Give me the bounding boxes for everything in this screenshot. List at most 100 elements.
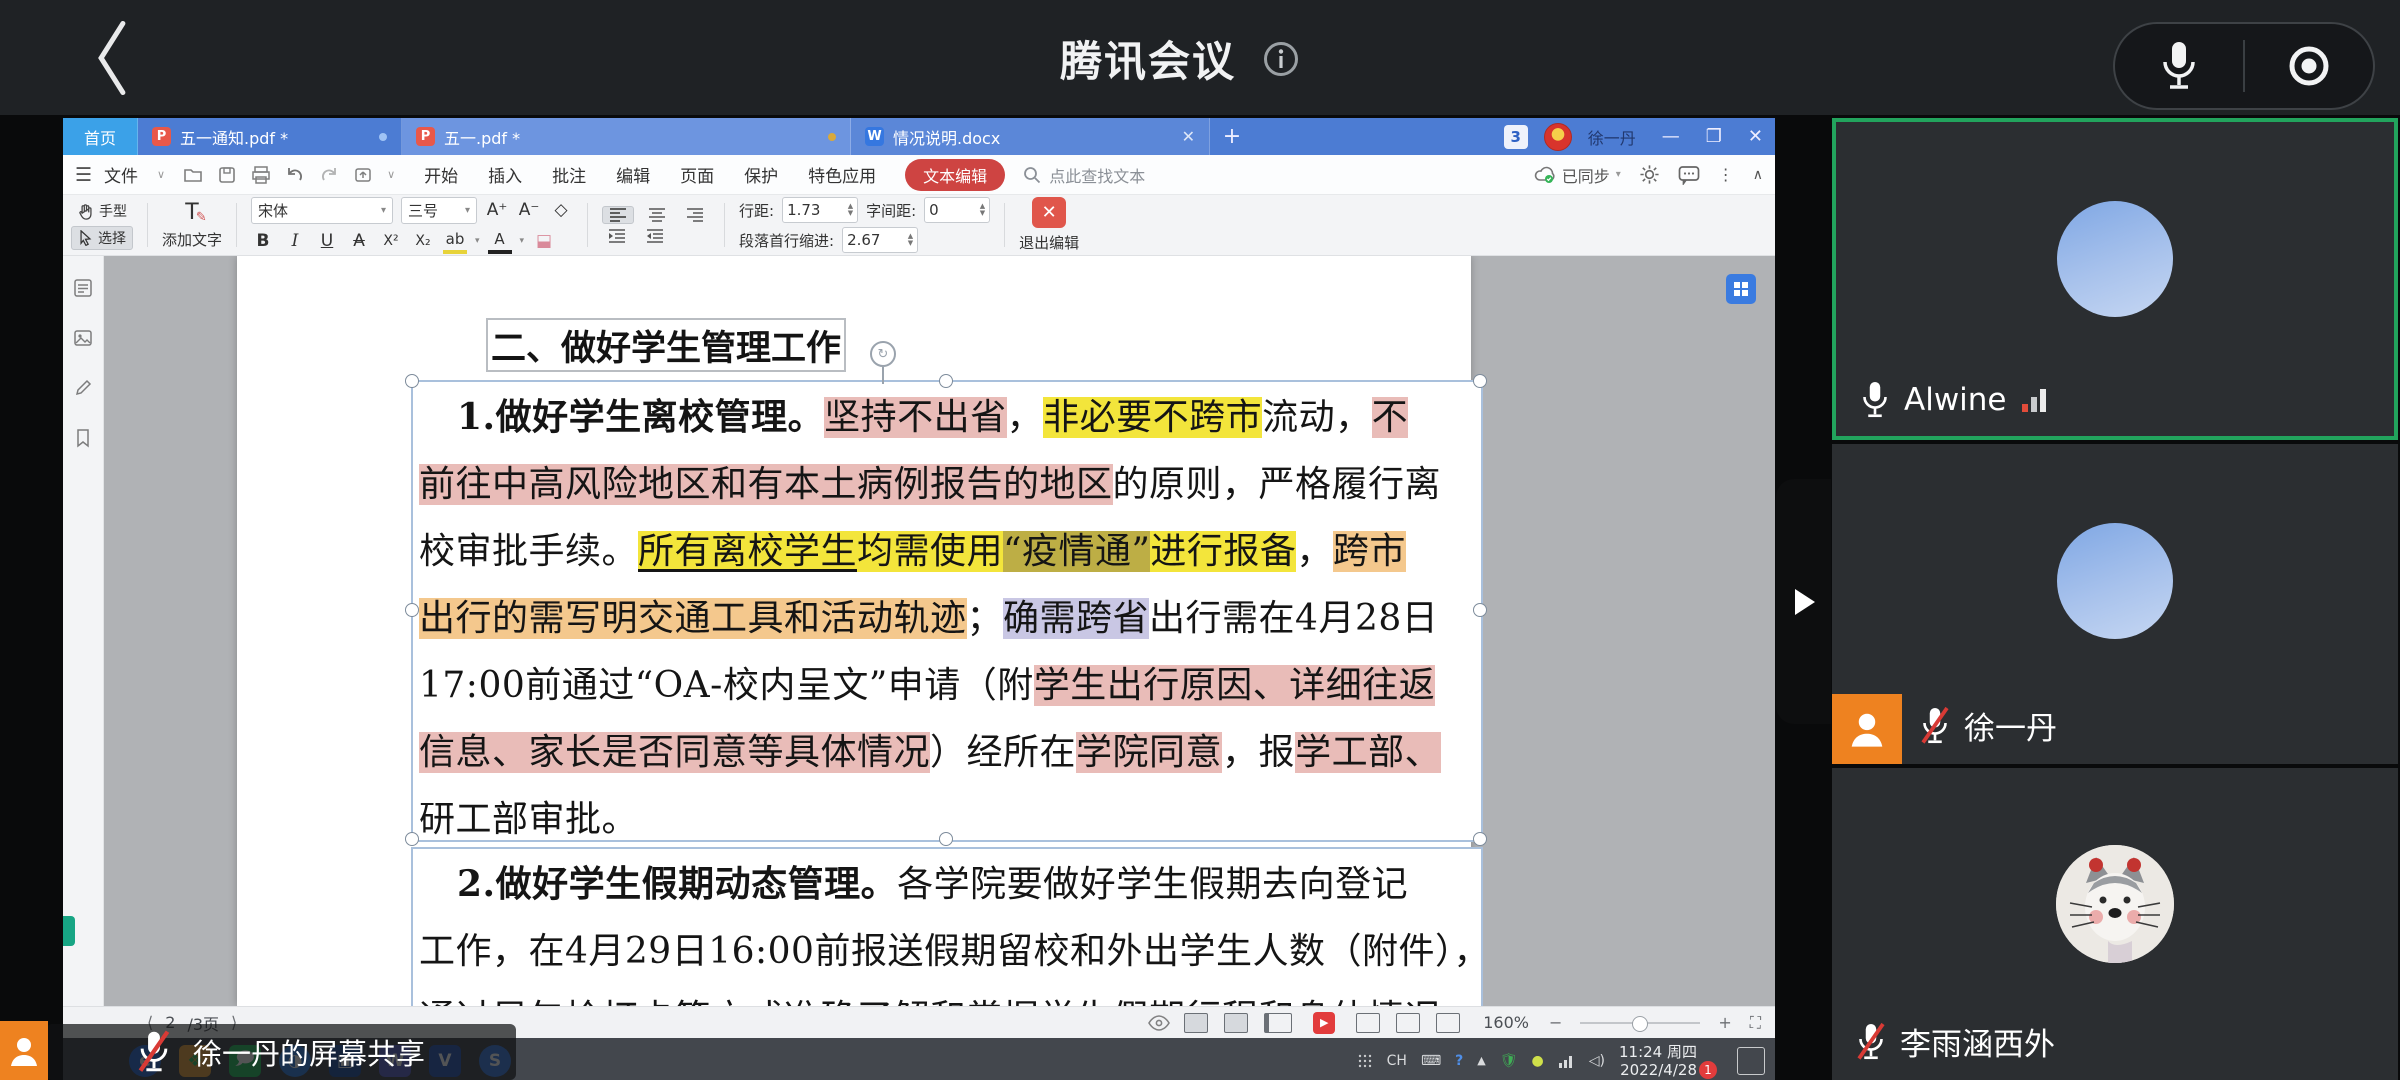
format-eraser-button[interactable]: ◇ [549, 199, 573, 221]
text-edit-mode-pill[interactable]: 文本编辑 [905, 159, 1005, 191]
wps-tab-doc3[interactable]: W 情况说明.docx ✕ [851, 118, 1210, 155]
align-center-button[interactable] [642, 207, 672, 223]
zoom-out-icon[interactable]: − [1549, 1013, 1562, 1032]
select-tool[interactable]: 选择 [71, 226, 133, 250]
menu-insert[interactable]: 插入 [477, 162, 533, 187]
redo-icon[interactable] [319, 165, 339, 185]
network-signal-icon[interactable] [1558, 1054, 1575, 1068]
line-spacing-input[interactable]: 1.73 ▲▼ [782, 197, 858, 223]
wps-tab-doc1[interactable]: P 五一通知.pdf * [138, 118, 402, 155]
collapse-ribbon-icon[interactable]: ∧ [1753, 167, 1763, 183]
hand-tool[interactable]: 手型 [71, 200, 133, 222]
handle-top-mid[interactable] [939, 374, 953, 388]
window-close-icon[interactable]: ✕ [1748, 126, 1763, 147]
mic-button[interactable] [2115, 24, 2243, 108]
bookmark-panel-icon[interactable] [73, 428, 93, 448]
indent-increase-button[interactable] [602, 228, 632, 244]
layout-continuous-icon[interactable] [1224, 1013, 1248, 1033]
print-icon[interactable] [251, 165, 271, 185]
wps-tab-home[interactable]: 首页 [63, 118, 138, 155]
input-language[interactable]: CH [1387, 1053, 1407, 1069]
menu-start[interactable]: 开始 [413, 162, 469, 187]
hamburger-icon[interactable]: ☰ [75, 164, 92, 186]
handle-bottom-left[interactable] [405, 832, 419, 846]
align-right-button[interactable] [680, 207, 710, 223]
zoom-in-icon[interactable]: + [1718, 1013, 1731, 1032]
outline-panel-icon[interactable] [73, 278, 93, 298]
paragraph1-textbox[interactable]: 1.做好学生离校管理。坚持不出省，非必要不跨市流动，不前往中高风险地区和有本土病… [411, 380, 1483, 842]
heading-textbox[interactable]: 二、做好学生管理工作 [486, 318, 846, 372]
shading-bucket-button[interactable]: ⬓ [532, 230, 556, 252]
handle-bottom-mid[interactable] [939, 832, 953, 846]
bold-button[interactable]: B [251, 230, 275, 252]
more-dots-icon[interactable]: ⋮ [1718, 165, 1735, 184]
gear-icon[interactable] [1639, 164, 1660, 185]
align-left-button[interactable] [602, 206, 634, 224]
save-icon[interactable] [217, 165, 237, 185]
annotate-panel-icon[interactable] [73, 378, 93, 398]
char-spacing-input[interactable]: 0 ▲▼ [924, 197, 990, 223]
tray-expand-icon[interactable]: ▲ [1477, 1054, 1485, 1067]
font-size-combo[interactable]: 三号▾ [401, 197, 477, 224]
wps-user-name[interactable]: 徐一丹 [1588, 125, 1636, 149]
fit-auto-icon[interactable] [1436, 1013, 1460, 1033]
new-tab-button[interactable]: + [1210, 118, 1254, 155]
text-highlight-button[interactable]: ab [443, 228, 467, 254]
window-restore-icon[interactable]: ❐ [1706, 126, 1722, 147]
superscript-button[interactable]: X² [379, 230, 403, 252]
fit-width-icon[interactable] [1396, 1013, 1420, 1033]
wps-user-avatar[interactable] [1544, 123, 1572, 151]
participant-tile-xuyidan[interactable]: 徐一丹 [1832, 444, 2398, 764]
back-icon[interactable] [92, 18, 132, 98]
keyboard-tray-icon[interactable]: ⌨ [1421, 1053, 1441, 1069]
underline-button[interactable]: U [315, 230, 339, 252]
add-text-label[interactable]: 添加文字 [162, 229, 222, 250]
export-icon[interactable] [353, 165, 373, 185]
layout-single-icon[interactable] [1184, 1013, 1208, 1033]
menu-file[interactable]: 文件 [100, 162, 149, 187]
layout-facing-icon[interactable] [1264, 1013, 1292, 1033]
window-minimize-icon[interactable]: — [1662, 126, 1680, 147]
sidebar-expand-handle[interactable] [1776, 479, 1831, 724]
zoom-slider[interactable] [1580, 1022, 1700, 1024]
handle-mid-right[interactable] [1473, 603, 1487, 617]
handle-mid-left[interactable] [405, 603, 419, 617]
handle-top-left[interactable] [405, 374, 419, 388]
paragraph2-textbox[interactable]: 2.做好学生假期动态管理。各学院要做好学生假期去向登记工作，在4月29日16:0… [411, 847, 1483, 1006]
antivirus-shield-icon[interactable]: 🛡 [1500, 1053, 1518, 1069]
font-name-combo[interactable]: 宋体▾ [251, 197, 393, 224]
participant-tile-alwine[interactable]: Alwine [1832, 118, 2398, 440]
strikethrough-button[interactable]: A [347, 230, 371, 252]
taskview-grid-icon[interactable] [1357, 1053, 1373, 1069]
fit-page-icon[interactable] [1356, 1013, 1380, 1033]
taskbar-clock[interactable]: 11:24 周四 2022/4/28 1 [1619, 1043, 1697, 1079]
participant-tile-liyuhan[interactable]: 李雨涵西外 [1832, 768, 2398, 1080]
image-panel-icon[interactable] [73, 328, 93, 348]
info-icon[interactable] [1262, 40, 1300, 78]
menu-edit[interactable]: 编辑 [605, 162, 661, 187]
menu-protect[interactable]: 保护 [733, 162, 789, 187]
undo-icon[interactable] [285, 165, 305, 185]
open-folder-icon[interactable] [183, 165, 203, 185]
indent-decrease-button[interactable] [640, 228, 670, 244]
message-icon[interactable] [1678, 165, 1700, 185]
volume-tray-icon[interactable]: ◁) [1589, 1053, 1605, 1069]
grow-font-button[interactable]: A⁺ [485, 199, 509, 221]
font-color-button[interactable]: A [488, 228, 512, 254]
doc-count-badge[interactable]: 3 [1504, 125, 1528, 149]
menu-page[interactable]: 页面 [669, 162, 725, 187]
play-presentation-button[interactable]: ▶ [1313, 1012, 1335, 1034]
fullscreen-icon[interactable]: ⛶ [1750, 1013, 1761, 1033]
zoom-slider-knob[interactable] [1632, 1016, 1648, 1032]
optimizer-tray-icon[interactable]: ● [1532, 1053, 1544, 1069]
tab-close-icon[interactable]: ✕ [1182, 127, 1195, 146]
handle-top-right[interactable] [1473, 374, 1487, 388]
subscript-button[interactable]: X₂ [411, 230, 435, 252]
record-button[interactable] [2245, 24, 2373, 108]
action-center-icon[interactable] [1737, 1047, 1765, 1075]
add-text-icon[interactable]: T✎ [185, 200, 198, 225]
shrink-font-button[interactable]: A⁻ [517, 199, 541, 221]
find-text-box[interactable]: 点此查找文本 [1023, 163, 1145, 187]
first-line-indent-input[interactable]: 2.67 ▲▼ [842, 227, 918, 253]
sync-status[interactable]: 已同步 ▾ [1534, 163, 1621, 187]
